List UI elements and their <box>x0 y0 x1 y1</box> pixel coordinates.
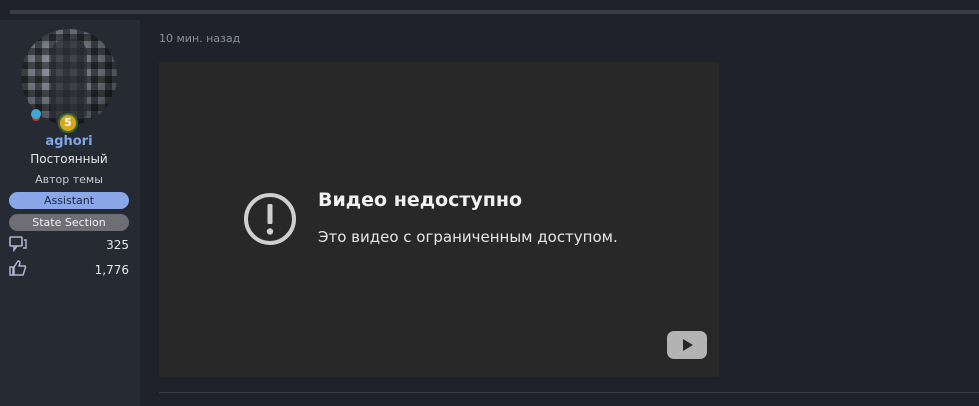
video-restricted-message: Это видео с ограниченным доступом. <box>318 228 618 246</box>
state-section-badge: State Section <box>9 214 129 231</box>
top-divider <box>10 10 979 14</box>
online-status-badge <box>31 109 41 119</box>
exclamation-circle-icon <box>244 193 296 245</box>
avatar-figure <box>51 39 87 119</box>
video-embed[interactable]: Видео недоступно Это видео с ограниченны… <box>159 62 719 377</box>
video-unavailable-title: Видео недоступно <box>318 189 523 211</box>
post-footer-divider <box>159 392 979 393</box>
thread-author-label: Автор темы <box>35 173 103 186</box>
assistant-badge: Assistant <box>9 192 129 209</box>
thumbs-up-icon <box>9 260 27 276</box>
likes-count: 1,776 <box>94 263 129 277</box>
messages-count: 325 <box>106 238 129 252</box>
level-badge: 5 <box>58 113 78 133</box>
youtube-play-icon[interactable] <box>667 331 707 359</box>
messages-icon <box>9 236 27 252</box>
post-timestamp[interactable]: 10 мин. назад <box>159 32 240 45</box>
user-rank: Постоянный <box>30 152 108 166</box>
username-link[interactable]: aghori <box>0 134 138 149</box>
